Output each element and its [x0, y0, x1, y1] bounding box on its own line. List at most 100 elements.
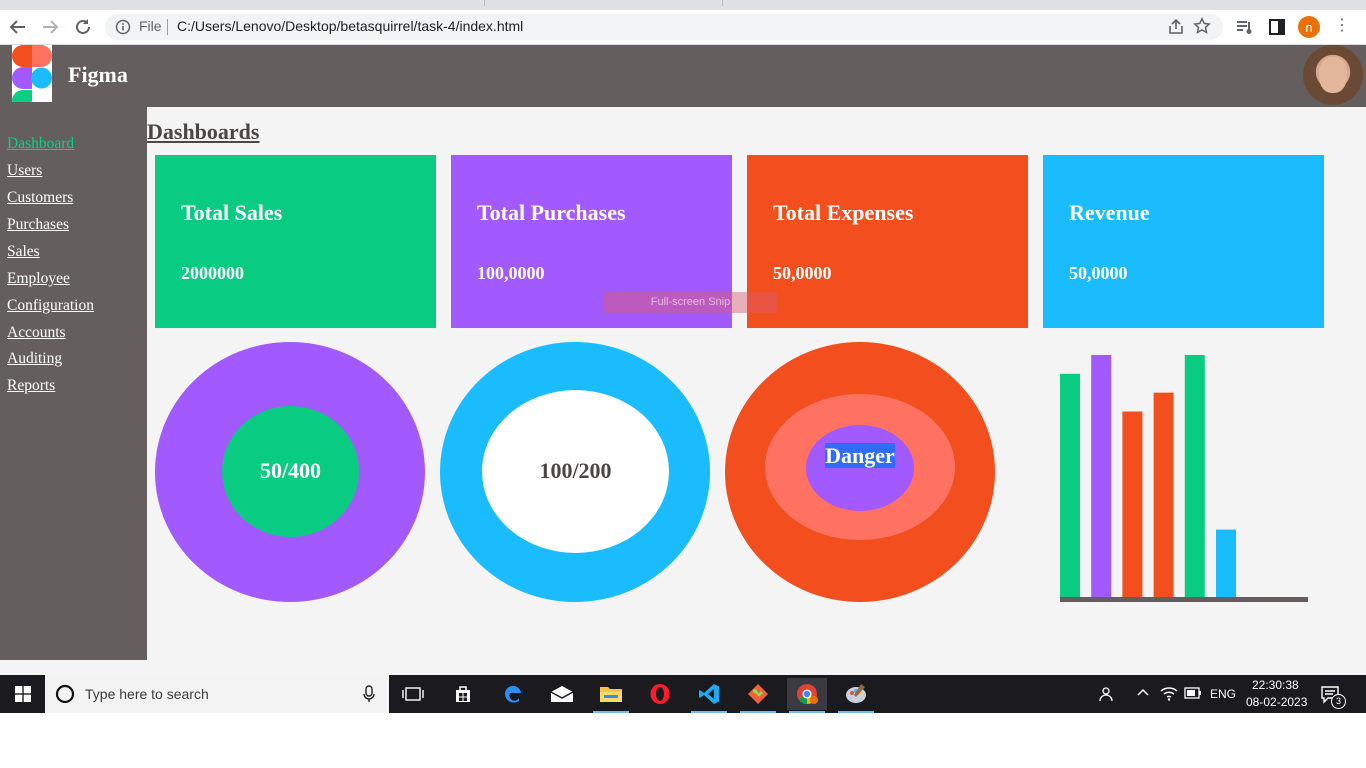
card-value: 2000000: [181, 263, 244, 283]
user-avatar[interactable]: [1303, 45, 1363, 105]
bar-3: [1122, 411, 1143, 597]
card-title: Total Expenses: [773, 200, 914, 225]
avatar-face: [1319, 57, 1347, 93]
mail-icon: [550, 686, 574, 702]
taskbar: Type here to search ENG 22:30:38 08-02-2…: [0, 675, 1366, 713]
browser-toolbar: File C:/Users/Lenovo/Desktop/betasquirre…: [0, 10, 1366, 45]
task-view-icon: [402, 687, 424, 701]
card-title: Total Sales: [181, 200, 283, 225]
taskbar-app-file-explorer[interactable]: [591, 678, 631, 713]
clock-date[interactable]: 08-02-2023: [1246, 695, 1307, 709]
bar-6: [1216, 529, 1236, 597]
cortana-icon: [55, 684, 75, 704]
url-text[interactable]: C:/Users/Lenovo/Desktop/betasquirrel/tas…: [177, 18, 523, 34]
bar-5: [1184, 354, 1205, 597]
sidebar-item-customers[interactable]: Customers: [7, 189, 73, 207]
forward-button[interactable]: [38, 15, 62, 39]
microphone-icon[interactable]: [363, 685, 375, 703]
taskbar-app-git[interactable]: [738, 678, 778, 713]
taskbar-app-mail[interactable]: [542, 678, 582, 710]
header: Figma: [0, 45, 1366, 108]
taskbar-app-store[interactable]: [443, 678, 483, 710]
back-button[interactable]: [6, 15, 30, 39]
side-panel-icon: [1269, 19, 1285, 35]
page-viewport: Figma Dashboard Users Customers Purchase…: [0, 45, 1366, 675]
card-title: Total Purchases: [477, 200, 626, 225]
bar-4: [1153, 392, 1174, 597]
opera-icon: [650, 684, 670, 704]
card-total-sales: Total Sales 2000000: [155, 155, 436, 328]
card-total-expenses: Total Expenses 50,0000: [747, 155, 1028, 328]
bar-chart: [1060, 354, 1308, 602]
card-revenue: Revenue 50,0000: [1043, 155, 1324, 328]
info-icon[interactable]: [115, 19, 131, 35]
taskbar-app-chrome[interactable]: [787, 678, 827, 713]
people-icon[interactable]: [1098, 685, 1116, 706]
chrome-icon: [797, 684, 818, 705]
notification-button[interactable]: 3: [1320, 684, 1346, 709]
star-icon[interactable]: [1193, 17, 1211, 35]
snip-overlay[interactable]: Full-screen Snip: [604, 292, 777, 313]
sidebar-item-users[interactable]: Users: [7, 162, 42, 180]
taskbar-app-opera[interactable]: [640, 678, 680, 710]
windows-icon: [14, 686, 31, 702]
sidebar: Dashboard Users Customers Purchases Sale…: [0, 107, 147, 660]
blank-area: [0, 713, 1366, 768]
profile-avatar[interactable]: n: [1298, 16, 1320, 38]
browser-menu-button[interactable]: ⋮: [1334, 18, 1350, 34]
side-panel-button[interactable]: [1265, 15, 1289, 39]
figma-logo-icon: [12, 45, 52, 108]
folder-icon: [600, 687, 622, 702]
search-placeholder: Type here to search: [85, 686, 209, 702]
taskbar-search[interactable]: Type here to search: [45, 675, 389, 713]
arrow-left-icon: [9, 20, 25, 34]
bar-2: [1091, 354, 1112, 597]
ring-label-danger: Danger: [820, 443, 900, 469]
arrow-right-icon: [43, 20, 59, 34]
language-indicator[interactable]: ENG: [1210, 687, 1236, 701]
paint-icon: [846, 684, 866, 703]
sidebar-item-auditing[interactable]: Auditing: [7, 350, 62, 368]
ring-label: 100/200: [539, 458, 612, 483]
task-view-button[interactable]: [393, 678, 433, 710]
page-title: Dashboards: [147, 119, 260, 144]
vscode-icon: [699, 684, 719, 704]
card-title: Revenue: [1069, 200, 1150, 225]
reading-list-button[interactable]: [1233, 15, 1257, 39]
wifi-icon[interactable]: [1160, 685, 1178, 704]
card-value: 100,0000: [477, 263, 545, 283]
tab-separator: [484, 0, 485, 6]
sidebar-item-reports[interactable]: Reports: [7, 377, 55, 395]
ring-label: 50/400: [259, 458, 322, 483]
divider: [167, 19, 168, 35]
sidebar-item-configuration[interactable]: Configuration: [7, 297, 94, 315]
reading-list-icon: [1237, 21, 1252, 34]
tab-strip: [0, 0, 1366, 10]
store-icon: [456, 686, 470, 702]
share-icon[interactable]: [1167, 18, 1185, 36]
sidebar-item-sales[interactable]: Sales: [7, 243, 40, 261]
battery-icon[interactable]: [1184, 687, 1202, 702]
taskbar-app-edge[interactable]: [493, 678, 533, 710]
figma-logo: [12, 45, 52, 108]
card-value: 50,0000: [773, 263, 832, 283]
chevron-up-icon[interactable]: [1136, 685, 1150, 702]
reload-button[interactable]: [71, 15, 95, 39]
notification-count: 3: [1331, 694, 1346, 709]
selected-text: Danger: [825, 443, 895, 468]
card-value: 50,0000: [1069, 263, 1128, 283]
taskbar-app-paint[interactable]: [836, 678, 876, 713]
taskbar-app-vscode[interactable]: [689, 678, 729, 713]
address-bar[interactable]: File C:/Users/Lenovo/Desktop/betasquirre…: [105, 14, 1223, 40]
x-axis-line: [1060, 597, 1308, 602]
sidebar-item-employee[interactable]: Employee: [7, 270, 70, 288]
sidebar-item-accounts[interactable]: Accounts: [7, 324, 66, 342]
brand-name: Figma: [68, 62, 128, 87]
edge-icon: [504, 685, 521, 703]
clock-time[interactable]: 22:30:38: [1252, 678, 1299, 692]
sidebar-item-purchases[interactable]: Purchases: [7, 216, 69, 234]
git-icon: [748, 684, 768, 704]
sidebar-item-dashboard[interactable]: Dashboard: [7, 135, 74, 153]
tab-separator: [722, 0, 723, 6]
start-button[interactable]: [0, 675, 45, 713]
